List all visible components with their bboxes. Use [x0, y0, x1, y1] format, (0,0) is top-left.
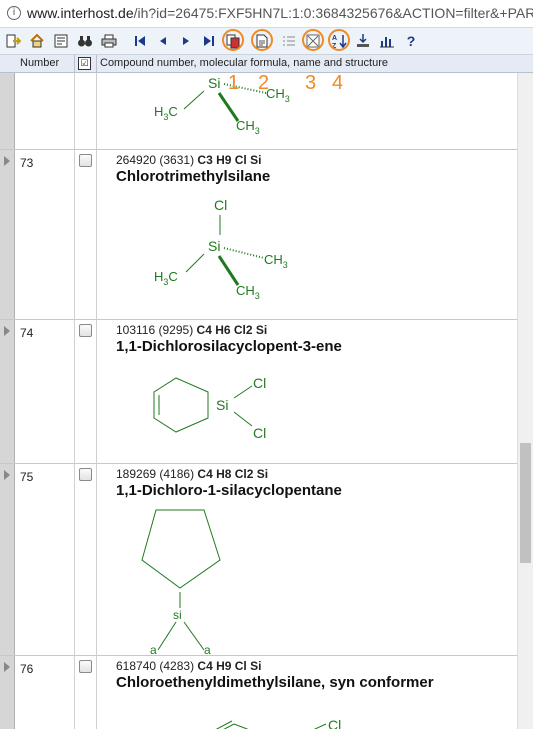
- sort-icon[interactable]: AZ: [330, 32, 348, 50]
- results-table: Si CH3 H3C CH3 73 264920 (3631) C3 H9 Cl…: [0, 73, 517, 729]
- svg-text:Cl: Cl: [253, 425, 266, 441]
- row-number: 75: [20, 470, 34, 484]
- compound-name[interactable]: 1,1-Dichloro-1-silacyclopentane: [116, 482, 342, 499]
- svg-text:CH3: CH3: [236, 283, 260, 301]
- column-divider: [96, 464, 97, 655]
- binoculars-icon[interactable]: [76, 32, 94, 50]
- info-icon[interactable]: i: [7, 6, 21, 20]
- compound-name[interactable]: 1,1-Dichlorosilacyclopent-3-ene: [116, 338, 342, 355]
- row-expand-icon[interactable]: [4, 662, 10, 672]
- svg-text:a: a: [204, 643, 211, 654]
- svg-text:CH3: CH3: [236, 118, 260, 136]
- table-row: 76 618740 (4283) C4 H9 Cl Si Chloroethen…: [0, 656, 517, 729]
- structure-image: Si CH3 H3C CH3: [154, 75, 290, 136]
- home-icon[interactable]: [28, 32, 46, 50]
- annotation-label: 4: [332, 72, 344, 94]
- address-bar[interactable]: i www.interhost.de/ih?id=26475:FXF5HN7L:…: [0, 0, 533, 28]
- compound-name[interactable]: Chlorotrimethylsilane: [116, 168, 270, 185]
- compound-meta: 264920 (3631) C3 H9 Cl Si: [116, 153, 262, 167]
- annotation-label: 1: [228, 72, 240, 94]
- row-number: 73: [20, 156, 34, 170]
- header-separator: [96, 55, 97, 73]
- svg-text:Si: Si: [208, 238, 220, 254]
- table-row: 73 264920 (3631) C3 H9 Cl Si Chlorotrime…: [0, 150, 517, 320]
- annotation-label: 3: [305, 72, 317, 94]
- compound-meta: 103116 (9295) C4 H6 Cl2 Si: [116, 323, 268, 337]
- svg-text:Cl: Cl: [253, 375, 266, 391]
- svg-text:CH3: CH3: [264, 252, 288, 270]
- header-select-all-checkbox[interactable]: ☑: [78, 57, 91, 70]
- row-checkbox[interactable]: [79, 468, 92, 481]
- svg-text:a: a: [150, 643, 157, 654]
- table-row: 75 189269 (4186) C4 H8 Cl2 Si 1,1-Dichlo…: [0, 464, 517, 656]
- compound-meta: 618740 (4283) C4 H9 Cl Si: [116, 659, 262, 673]
- row-checkbox[interactable]: [79, 660, 92, 673]
- structure-image: si a a: [141, 509, 221, 654]
- annotation-label: 2: [258, 72, 270, 94]
- svg-text:Cl: Cl: [328, 717, 341, 729]
- header-number[interactable]: Number: [20, 57, 59, 69]
- row-checkbox[interactable]: [79, 324, 92, 337]
- row-number: 74: [20, 326, 34, 340]
- exit-icon[interactable]: [4, 32, 22, 50]
- form-icon[interactable]: [52, 32, 70, 50]
- header-description[interactable]: Compound number, molecular formula, name…: [100, 57, 388, 69]
- row-checkbox[interactable]: [79, 154, 92, 167]
- row-expand-icon[interactable]: [4, 326, 10, 336]
- svg-text:Z: Z: [332, 43, 337, 49]
- structure-image: Cl: [215, 717, 341, 729]
- svg-text:Si: Si: [216, 397, 228, 413]
- column-divider: [96, 656, 97, 729]
- column-divider: [96, 320, 97, 463]
- help-icon[interactable]: ?: [402, 32, 420, 50]
- column-divider: [74, 320, 75, 463]
- row-handle[interactable]: [0, 464, 15, 655]
- svg-text:si: si: [173, 608, 182, 622]
- header-separator: [74, 55, 75, 73]
- next-icon[interactable]: [177, 32, 195, 50]
- url-host: www.interhost.de: [27, 5, 134, 21]
- toolbar: AZ ?: [0, 28, 533, 55]
- row-expand-icon[interactable]: [4, 470, 10, 480]
- svg-text:H3C: H3C: [154, 269, 178, 287]
- svg-text:A: A: [332, 35, 337, 42]
- column-divider: [96, 73, 97, 149]
- chart-icon[interactable]: [378, 32, 396, 50]
- table-header: Number ☑ Compound number, molecular form…: [0, 55, 533, 73]
- row-handle[interactable]: [0, 320, 15, 463]
- compound-meta: 189269 (4186) C4 H8 Cl2 Si: [116, 467, 269, 481]
- structure-image: Cl Si CH3 H3C CH3: [154, 197, 288, 301]
- column-divider: [96, 150, 97, 319]
- compound-name[interactable]: Chloroethenyldimethylsilane, syn conform…: [116, 674, 434, 691]
- svg-text:CH3: CH3: [266, 86, 290, 104]
- row-handle[interactable]: [0, 150, 15, 319]
- previous-icon[interactable]: [154, 32, 172, 50]
- row-handle[interactable]: [0, 656, 15, 729]
- document-icon[interactable]: [253, 32, 271, 50]
- column-divider: [74, 656, 75, 729]
- row-handle[interactable]: [0, 73, 15, 149]
- first-page-icon[interactable]: [131, 32, 149, 50]
- vertical-scrollbar[interactable]: [517, 73, 533, 729]
- list-icon[interactable]: [280, 32, 298, 50]
- structure-image: Si Cl Cl: [153, 375, 266, 441]
- column-divider: [74, 73, 75, 149]
- column-divider: [74, 464, 75, 655]
- scrollbar-thumb[interactable]: [520, 443, 531, 563]
- svg-text:H3C: H3C: [154, 104, 178, 122]
- row-number: 76: [20, 662, 34, 676]
- url-text[interactable]: www.interhost.de/ih?id=26475:FXF5HN7L:1:…: [27, 5, 533, 21]
- print-icon[interactable]: [100, 32, 118, 50]
- url-path: /ih?id=26475:FXF5HN7L:1:0:3684325676&ACT…: [133, 5, 533, 21]
- table-row: 74 103116 (9295) C4 H6 Cl2 Si 1,1-Dichlo…: [0, 320, 517, 464]
- atom-label: Si: [208, 75, 220, 91]
- last-page-icon[interactable]: [200, 32, 218, 50]
- clear-selection-icon[interactable]: [304, 32, 322, 50]
- column-divider: [74, 150, 75, 319]
- row-expand-icon[interactable]: [4, 156, 10, 166]
- download-icon[interactable]: [354, 32, 372, 50]
- svg-text:Cl: Cl: [214, 197, 227, 213]
- copy-icon[interactable]: [224, 32, 242, 50]
